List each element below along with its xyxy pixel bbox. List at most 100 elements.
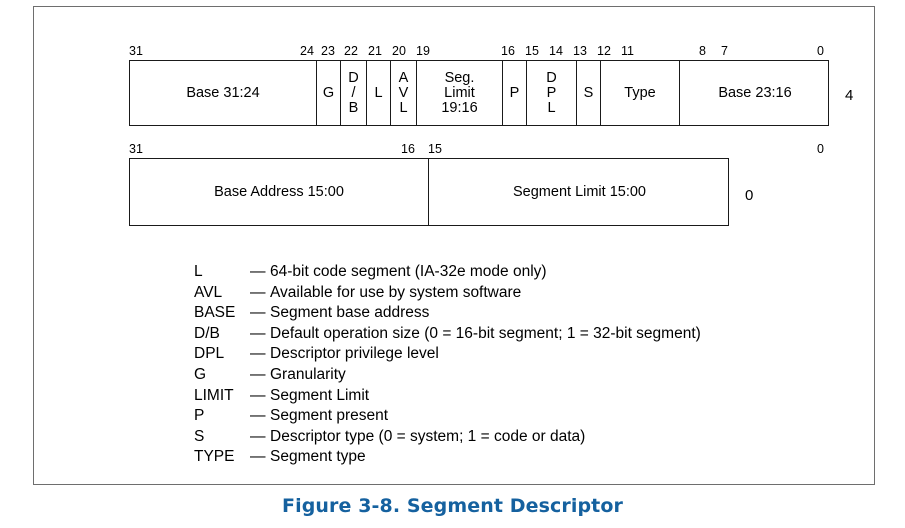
field-line: L xyxy=(374,84,383,101)
field-line: Base 31:24 xyxy=(186,84,260,101)
bit-label: 16 xyxy=(401,142,415,156)
bit-label: 24 xyxy=(300,44,314,58)
legend-abbreviation: D/B xyxy=(194,324,220,342)
figure-caption: Figure 3-8. Segment Descriptor xyxy=(282,495,623,517)
field-line: B xyxy=(348,99,359,116)
legend-description: Segment Limit xyxy=(270,386,370,404)
register-field-db-flag: D / B xyxy=(341,61,367,125)
legend-abbreviation: LIMIT xyxy=(194,386,234,404)
register-field-p-flag: P xyxy=(503,61,527,125)
legend-dash: — xyxy=(250,427,266,445)
legend-description: Segment present xyxy=(270,407,389,425)
legend-item: DPL — Descriptor privilege level xyxy=(194,344,701,365)
bit-label: 0 xyxy=(817,44,824,58)
legend-list: L —64-bit code segment (IA-32e mode only)… xyxy=(194,262,701,468)
legend-description: Segment base address xyxy=(270,304,430,322)
legend-dash: — xyxy=(250,448,266,466)
legend-dash: — xyxy=(250,345,266,363)
legend-item: S — Descriptor type (0 = system; 1 = code … xyxy=(194,427,701,448)
register-field-segment-limit-15-00: Segment Limit 15:00 xyxy=(429,159,730,225)
legend-dash: — xyxy=(250,407,266,425)
bit-label: 11 xyxy=(621,44,634,58)
field-line: D xyxy=(546,69,557,86)
field-line: L xyxy=(547,99,556,116)
bit-label: 0 xyxy=(817,142,824,156)
legend-item: G — Granularity xyxy=(194,365,701,386)
bit-label: 14 xyxy=(549,44,563,58)
legend-abbreviation: G xyxy=(194,365,207,383)
field-line: V xyxy=(398,84,409,101)
register-field-dpl-field: DPL xyxy=(527,61,577,125)
legend-abbreviation: DPL xyxy=(194,345,225,363)
register-row-upper: 31 24 23 22 21 20 19 16 15 14 13 12 11 8 7 0 Base 31:24… xyxy=(129,43,853,126)
legend-dash: — xyxy=(250,304,266,322)
register-field-g-flag: G xyxy=(317,61,341,125)
bit-label: 15 xyxy=(525,44,539,58)
legend-dash: — xyxy=(250,283,266,301)
legend-item: BASE — Segment base address xyxy=(194,303,701,324)
register-field-base-31-24: Base 31:24 xyxy=(130,61,317,125)
legend-abbreviation: AVL xyxy=(194,283,223,301)
legend-description: Descriptor type (0 = system; 1 = code or… xyxy=(270,427,586,445)
legend-description: Descriptor privilege level xyxy=(270,345,439,363)
field-line: P xyxy=(509,84,520,101)
legend-item: LIMIT — Segment Limit xyxy=(194,386,701,407)
legend-description: Segment type xyxy=(270,448,366,466)
legend-item: AVL — Available for use by system software xyxy=(194,283,701,304)
legend-description: Available for use by system software xyxy=(270,283,522,301)
legend-item: P — Segment present xyxy=(194,406,701,427)
legend-item: TYPE — Segment type xyxy=(194,447,701,468)
field-line: S xyxy=(583,84,594,101)
register-field-type-field: Type xyxy=(601,61,680,125)
legend-abbreviation: TYPE xyxy=(194,448,235,466)
bit-label: 31 xyxy=(129,142,143,156)
byte-offset-upper: 4 xyxy=(845,87,854,104)
legend-abbreviation: S xyxy=(194,427,205,445)
legend-dash: — xyxy=(250,324,266,342)
byte-offset-lower: 0 xyxy=(745,187,754,204)
figure-frame: 31 24 23 22 21 20 19 16 15 14 13 12 11 8 7 0 Base 31:24… xyxy=(33,6,875,485)
legend-abbreviation: BASE xyxy=(194,304,236,322)
register-field-base-address-15-00: Base Address 15:00 xyxy=(130,159,429,225)
bit-ruler-upper: 31 24 23 22 21 20 19 16 15 14 13 12 11 8 7 0 xyxy=(129,43,829,60)
field-line: L xyxy=(399,99,408,116)
bit-label: 15 xyxy=(428,142,442,156)
field-line: P xyxy=(546,84,557,101)
field-line: Limit xyxy=(444,84,475,101)
bit-label: 13 xyxy=(573,44,587,58)
bit-label: 31 xyxy=(129,44,143,58)
bit-label: 8 xyxy=(699,44,706,58)
register-field-s-flag: S xyxy=(577,61,601,125)
bit-label: 22 xyxy=(344,44,358,58)
legend-dash: — xyxy=(250,386,266,404)
register-field-l-flag: L xyxy=(367,61,391,125)
register-row-lower: 31 16 15 0 Base Address 15:00 Segment Limit … xyxy=(129,141,824,226)
bit-label: 12 xyxy=(597,44,611,58)
bit-label: 23 xyxy=(321,44,335,58)
field-line: G xyxy=(322,84,335,101)
register-field-base-23-16: Base 23:16 xyxy=(680,61,830,125)
field-line: Segment Limit 15:00 xyxy=(513,183,646,200)
field-line: Seg. xyxy=(444,69,475,86)
legend-dash: — xyxy=(250,263,266,280)
bit-ruler-lower: 31 16 15 0 xyxy=(129,141,824,158)
field-line: Base Address 15:00 xyxy=(214,183,344,200)
field-line: / xyxy=(351,84,356,101)
legend-abbreviation: P xyxy=(194,407,205,425)
bit-label: 16 xyxy=(501,44,515,58)
legend-description: Granularity xyxy=(270,365,346,383)
legend-description: 64-bit code segment (IA-32e mode only) xyxy=(270,263,547,280)
legend-dash: — xyxy=(250,365,266,383)
register-field-avl-flag: AVL xyxy=(391,61,417,125)
register-fields-upper: Base 31:24 G D / B L A V L Seg. Limit 19:16 P D P L S Typ… xyxy=(129,60,829,126)
legend-item: D/B — Default operation size (0 = 16-bit s… xyxy=(194,324,701,345)
bit-label: 20 xyxy=(392,44,406,58)
field-line: Base 23:16 xyxy=(718,84,792,101)
bit-label: 19 xyxy=(416,44,430,58)
legend-item: L —64-bit code segment (IA-32e mode only) xyxy=(194,262,701,283)
field-line: Type xyxy=(624,84,656,101)
bit-label: 7 xyxy=(721,44,728,58)
field-line: 19:16 xyxy=(441,99,478,116)
legend-abbreviation: L xyxy=(194,263,203,280)
register-field-seg-limit-19-16: Seg. Limit 19:16 xyxy=(417,61,503,125)
